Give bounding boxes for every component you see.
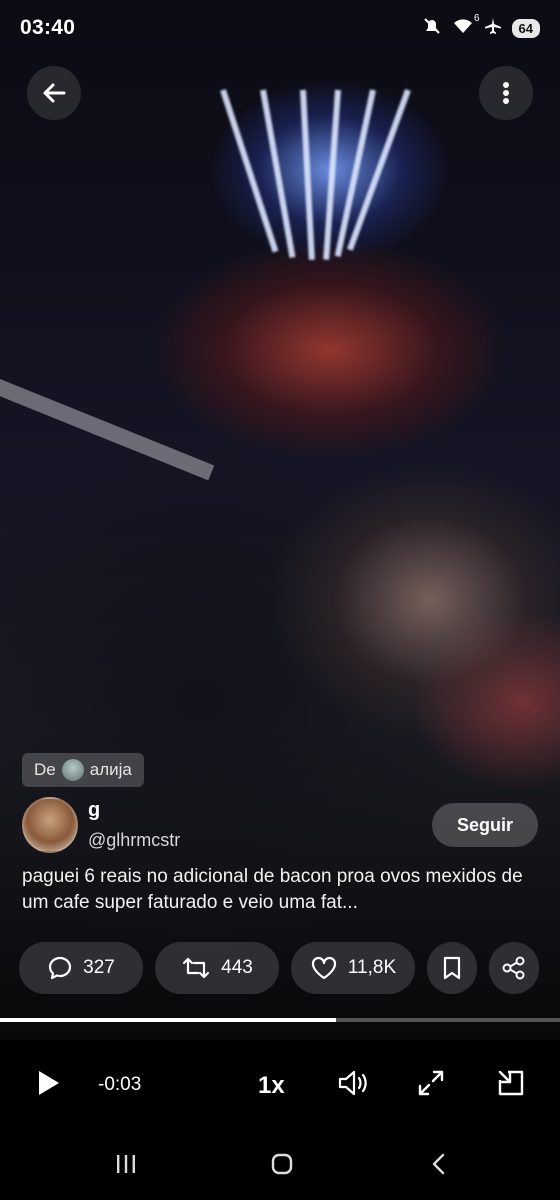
status-time: 03:40 [20, 16, 76, 39]
back-button[interactable] [27, 66, 81, 120]
bookmark-icon [443, 956, 461, 980]
play-button[interactable] [34, 1068, 62, 1098]
follow-button[interactable]: Seguir [432, 803, 538, 847]
recents-icon [117, 1155, 135, 1173]
video-progress-bar[interactable] [0, 1018, 560, 1022]
chevron-left-icon [432, 1153, 445, 1175]
retweet-count: 443 [221, 957, 253, 978]
bookmark-button[interactable] [427, 942, 477, 994]
author-name[interactable]: g [88, 799, 100, 822]
heart-icon [311, 956, 336, 980]
recent-apps-button[interactable] [114, 1152, 138, 1181]
wifi-icon: 6 [452, 13, 480, 40]
source-avatar [61, 759, 84, 781]
volume-icon [338, 1070, 367, 1096]
source-attribution[interactable]: De алија [22, 753, 144, 787]
system-back-button[interactable] [428, 1152, 450, 1181]
home-button[interactable] [270, 1152, 294, 1181]
share-icon [502, 956, 525, 980]
pip-icon [498, 1070, 524, 1096]
video-railing [0, 375, 215, 481]
reply-icon [49, 956, 72, 980]
arrow-left-icon [43, 83, 66, 103]
reply-button[interactable]: 327 [19, 942, 143, 994]
player-controls: -0:03 1x [0, 1040, 560, 1130]
author-handle[interactable]: @glhrmcstr [88, 830, 180, 851]
reply-count: 327 [83, 957, 115, 978]
battery-indicator: 64 [511, 18, 540, 38]
play-icon [39, 1071, 59, 1095]
more-options-button[interactable] [479, 66, 533, 120]
like-count: 11,8K [347, 957, 397, 978]
share-button[interactable] [489, 942, 539, 994]
system-nav-bar [0, 1130, 560, 1200]
picture-in-picture-button[interactable] [496, 1068, 526, 1098]
mute-icon [422, 16, 442, 41]
status-bar: 03:40 6 64 [0, 0, 560, 56]
video-progress-fill [0, 1018, 336, 1022]
source-name: алија [89, 760, 132, 779]
volume-button[interactable] [336, 1068, 370, 1098]
wifi-badge: 6 [473, 12, 480, 24]
author-avatar[interactable] [22, 797, 78, 853]
time-remaining: -0:03 [98, 1074, 142, 1095]
playback-speed-button[interactable]: 1x [258, 1072, 285, 1100]
expand-icon [418, 1070, 444, 1096]
battery-level: 64 [518, 20, 533, 36]
retweet-button[interactable]: 443 [155, 942, 279, 994]
video-lights [200, 88, 440, 260]
like-button[interactable]: 11,8K [291, 942, 415, 994]
fullscreen-button[interactable] [416, 1068, 446, 1098]
more-vertical-icon [503, 82, 509, 104]
tweet-text[interactable]: paguei 6 reais no adicional de bacon pro… [22, 864, 542, 916]
home-icon [271, 1153, 293, 1175]
retweet-icon [183, 957, 210, 979]
airplane-icon [484, 17, 502, 40]
source-prefix: De [34, 760, 56, 779]
